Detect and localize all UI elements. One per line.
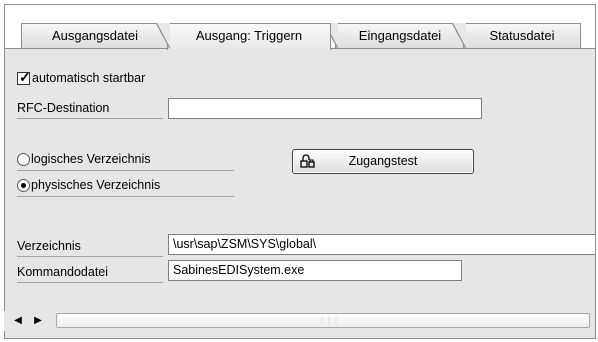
rfc-destination-input[interactable] [168, 98, 482, 119]
tab-label: Ausgang: Triggern [195, 28, 303, 43]
directory-input[interactable]: \usr\sap\ZSM\SYS\global\ [168, 234, 595, 255]
radio-physical-label: physisches Verzeichnis [31, 178, 161, 192]
radio-logical-label: logisches Verzeichnis [31, 152, 151, 166]
tab-label: Ausgangsdatei [51, 28, 138, 43]
arrow-left-icon[interactable]: ◀ [10, 313, 26, 329]
rfc-destination-label: RFC-Destination [17, 101, 110, 115]
tab-eingangsdatei[interactable]: Eingangsdatei [324, 23, 465, 49]
command-file-input[interactable]: SabinesEDISystem.exe [168, 260, 462, 281]
tab-ausgangsdatei[interactable]: Ausgangsdatei [21, 23, 169, 49]
radio-logical-directory[interactable] [17, 153, 30, 166]
arrow-right-icon[interactable]: ▶ [30, 313, 46, 329]
tab-statusdatei[interactable]: Statusdatei [452, 23, 581, 49]
access-test-icon [300, 154, 315, 168]
tab-bar: Ausgangsdatei Ausgang: Triggern Eingangs… [5, 5, 595, 50]
grip-icon: ⋮⋮⋮ [319, 318, 340, 324]
directory-label: Verzeichnis [17, 239, 81, 253]
checkmark-icon: ✓ [19, 69, 31, 85]
tab-label: Statusdatei [489, 28, 555, 43]
tab-ausgang-triggern[interactable]: Ausgang: Triggern [156, 23, 331, 50]
tab-label: Eingangsdatei [358, 28, 442, 43]
access-test-label: Zugangstest [348, 154, 418, 168]
command-file-label: Kommandodatei [17, 265, 109, 279]
auto-start-label: automatisch startbar [32, 71, 146, 85]
tab-panel: ✓ automatisch startbar RFC-Destination l… [5, 49, 595, 338]
radio-physical-directory[interactable] [17, 179, 30, 192]
tabstrip-container: Ausgangsdatei Ausgang: Triggern Eingangs… [4, 4, 596, 339]
horizontal-scrollbar[interactable]: ◀ ▶ ⋮⋮⋮ [4, 311, 592, 331]
access-test-button[interactable]: Zugangstest [292, 149, 474, 174]
auto-start-checkbox[interactable]: ✓ [17, 69, 31, 85]
scrollbar-track[interactable]: ⋮⋮⋮ [56, 313, 590, 328]
